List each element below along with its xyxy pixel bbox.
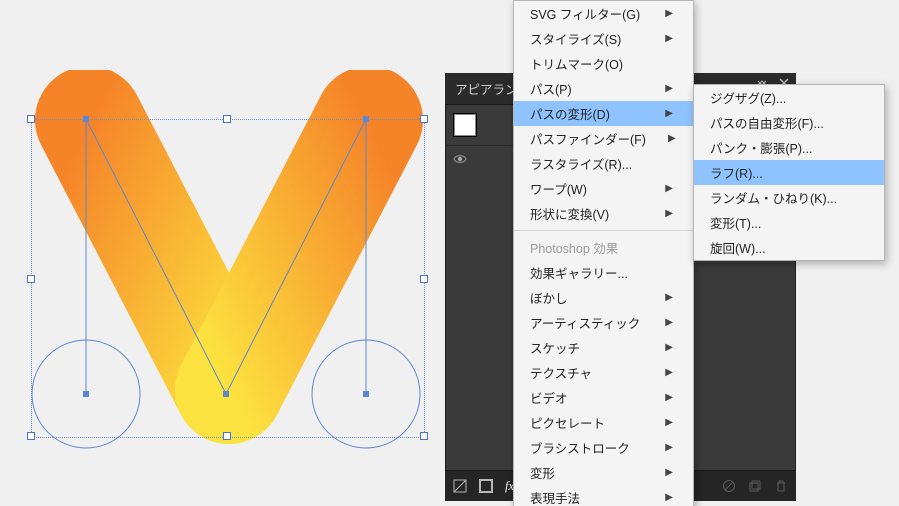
menu-item-label: ピクセレート [530,413,605,432]
handle-e[interactable] [420,275,428,283]
fill-swatch[interactable] [453,113,477,137]
footer-cancel-icon[interactable] [722,479,736,493]
menu-item-label: スタイライズ(S) [530,29,621,48]
menu-item-label: ブラシストローク [530,438,630,457]
submenu-arrow-icon: ▶ [665,292,673,303]
menu-section-header: Photoshop 効果 [514,235,693,260]
menu-item-label: 効果ギャラリー... [530,263,628,282]
submenu-arrow-icon: ▶ [665,8,673,19]
handle-se[interactable] [420,432,428,440]
menu-item-label: 形状に変換(V) [530,204,609,223]
submenu-arrow-icon: ▶ [665,467,673,478]
submenu-arrow-icon: ▶ [665,417,673,428]
app-stage: アピアランス fx. [0,0,899,506]
menu-item[interactable]: スケッチ ▶ [514,335,693,360]
selection-bounding-box[interactable] [31,119,425,438]
submenu-arrow-icon: ▶ [665,183,673,194]
menu-item-label: パスの変形(D) [530,104,610,123]
footer-duplicate-icon[interactable] [748,479,762,493]
submenu-item[interactable]: パンク・膨張(P)... [694,135,884,160]
menu-item[interactable]: SVG フィルター(G) ▶ [514,1,693,26]
submenu-arrow-icon: ▶ [665,33,673,44]
submenu-item-label: ラフ(R)... [710,163,763,182]
menu-item[interactable]: アーティスティック ▶ [514,310,693,335]
menu-item[interactable]: ワープ(W) ▶ [514,176,693,201]
menu-item[interactable]: ピクセレート ▶ [514,410,693,435]
submenu-item-label: パンク・膨張(P)... [710,138,812,157]
menu-item[interactable]: トリムマーク(O) [514,51,693,76]
menu-item-label: SVG フィルター(G) [530,4,640,23]
footer-none-icon[interactable] [453,479,467,493]
submenu-arrow-icon: ▶ [665,83,673,94]
menu-item-label: スケッチ [530,338,580,357]
menu-item-label: アーティスティック [530,313,640,332]
menu-item[interactable]: パスファインダー(F) ▶ [514,126,693,151]
submenu-item-label: ジグザグ(Z)... [710,88,786,107]
menu-item-label: パスファインダー(F) [530,129,646,148]
menu-item-label: ワープ(W) [530,179,587,198]
menu-item-label: 表現手法 [530,488,580,506]
submenu-arrow-icon: ▶ [665,342,673,353]
submenu-item[interactable]: ジグザグ(Z)... [694,85,884,110]
menu-item[interactable]: パスの変形(D) ▶ [514,101,693,126]
menu-item-label: 変形 [530,463,555,482]
footer-stroke-icon[interactable] [479,479,493,493]
menu-item[interactable]: 効果ギャラリー... [514,260,693,285]
menu-item-label: ラスタライズ(R)... [530,154,632,173]
menu-item[interactable]: ぼかし ▶ [514,285,693,310]
submenu-arrow-icon: ▶ [665,442,673,453]
submenu-item-label: 旋回(W)... [710,238,766,257]
handle-nw[interactable] [27,115,35,123]
submenu-arrow-icon: ▶ [665,108,673,119]
menu-item[interactable]: パス(P) ▶ [514,76,693,101]
submenu-arrow-icon: ▶ [665,492,673,503]
menu-separator [514,230,693,231]
submenu-item-label: パスの自由変形(F)... [710,113,824,132]
visibility-eye-icon[interactable] [453,152,467,166]
menu-item[interactable]: 変形 ▶ [514,460,693,485]
handle-sw[interactable] [27,432,35,440]
menu-item[interactable]: スタイライズ(S) ▶ [514,26,693,51]
menu-item-label: ぼかし [530,288,568,307]
menu-item-label: ビデオ [530,388,568,407]
menu-item[interactable]: ブラシストローク ▶ [514,435,693,460]
handle-w[interactable] [27,275,35,283]
handle-s[interactable] [223,432,231,440]
submenu-arrow-icon: ▶ [665,392,673,403]
effects-menu: SVG フィルター(G)▶スタイライズ(S)▶トリムマーク(O)パス(P)▶パス… [513,0,694,506]
submenu-arrow-icon: ▶ [665,208,673,219]
submenu-arrow-icon: ▶ [665,317,673,328]
submenu-item[interactable]: ラフ(R)... [694,160,884,185]
menu-item[interactable]: ラスタライズ(R)... [514,151,693,176]
menu-section-label: Photoshop 効果 [530,238,618,257]
submenu-item-label: ランダム・ひねり(K)... [710,188,837,207]
submenu-item[interactable]: 変形(T)... [694,210,884,235]
menu-item[interactable]: ビデオ ▶ [514,385,693,410]
submenu-arrow-icon: ▶ [665,367,673,378]
menu-item-label: パス(P) [530,79,572,98]
handle-n[interactable] [223,115,231,123]
submenu-item[interactable]: パスの自由変形(F)... [694,110,884,135]
menu-item[interactable]: 表現手法 ▶ [514,485,693,506]
submenu-item-label: 変形(T)... [710,213,761,232]
distort-transform-submenu: ジグザグ(Z)... パスの自由変形(F)... パンク・膨張(P)... ラフ(R)… [693,84,885,261]
menu-item[interactable]: 形状に変換(V) ▶ [514,201,693,226]
submenu-item[interactable]: ランダム・ひねり(K)... [694,185,884,210]
submenu-item[interactable]: 旋回(W)... [694,235,884,260]
menu-item-label: トリムマーク(O) [530,54,623,73]
handle-ne[interactable] [420,115,428,123]
menu-item-label: テクスチャ [530,363,592,382]
menu-item[interactable]: テクスチャ ▶ [514,360,693,385]
submenu-arrow-icon: ▶ [668,133,676,144]
footer-trash-icon[interactable] [774,479,788,493]
